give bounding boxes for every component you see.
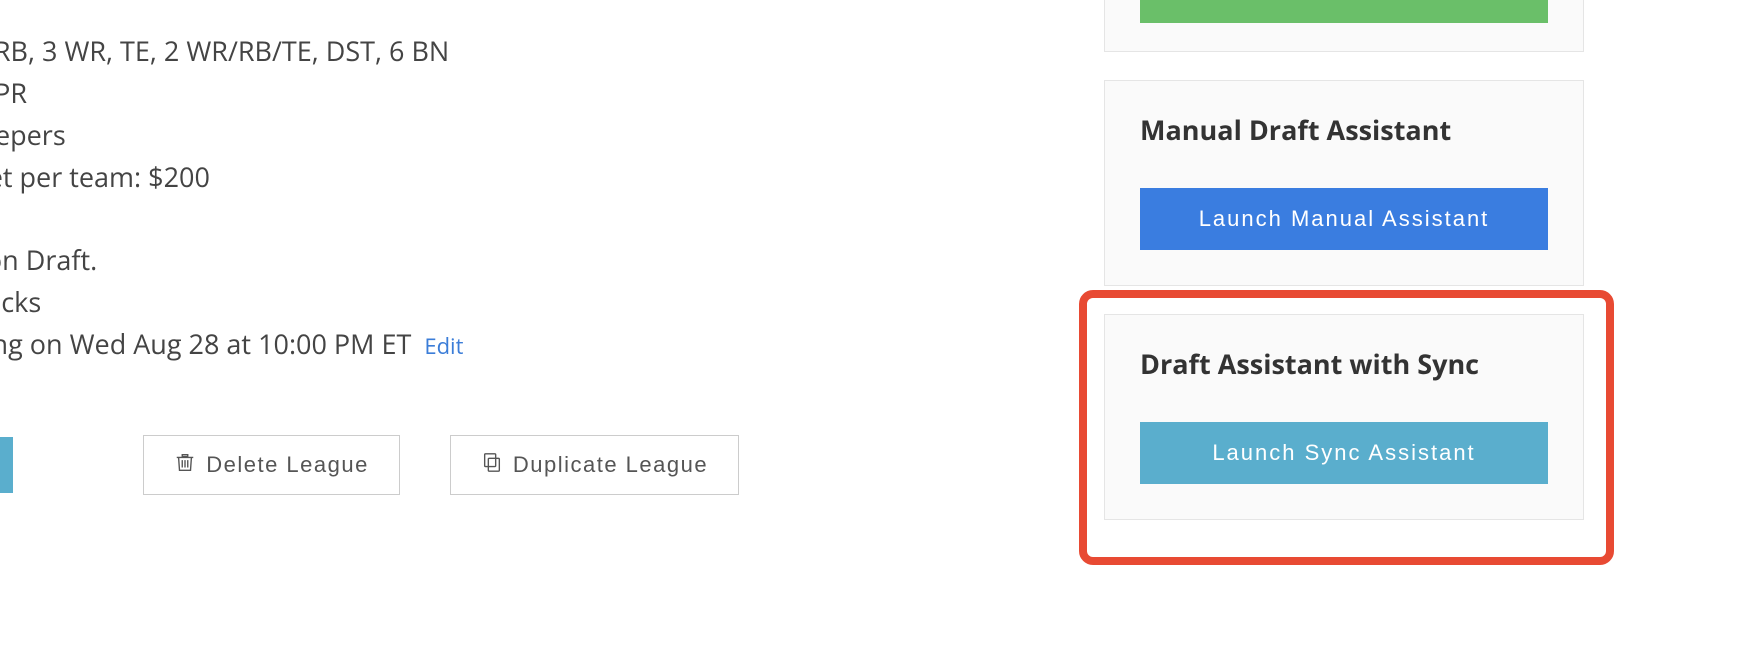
spacer [0, 197, 840, 239]
sync-assistant-card: Draft Assistant with Sync Launch Sync As… [1104, 314, 1584, 520]
edit-link[interactable]: Edit [424, 331, 463, 361]
draft-type: uction Draft. [0, 239, 840, 281]
duplicate-league-button[interactable]: Duplicate League [450, 435, 739, 495]
launch-manual-assistant-button[interactable]: Launch Manual Assistant [1140, 188, 1548, 250]
picks-count: 02 picks [0, 281, 840, 323]
draft-time-row: rafting on Wed Aug 28 at 10:00 PM ET Edi… [0, 323, 840, 365]
budget-info: udget per team: $200 [0, 156, 840, 198]
copy-icon [481, 450, 503, 480]
league-details: B, 2 RB, 3 WR, TE, 2 WR/RB/TE, DST, 6 BN… [0, 30, 840, 495]
trash-icon [174, 450, 196, 480]
manual-assistant-card: Manual Draft Assistant Launch Manual Ass… [1104, 80, 1584, 286]
action-buttons: hoo Delete League Duplicate League [0, 435, 840, 495]
start-mock-draft-button[interactable]: Start a Mock Draft [1140, 0, 1548, 23]
delete-label: Delete League [206, 452, 369, 478]
roster-config: B, 2 RB, 3 WR, TE, 2 WR/RB/TE, DST, 6 BN [0, 30, 840, 72]
draft-time: rafting on Wed Aug 28 at 10:00 PM ET [0, 325, 411, 362]
yahoo-button[interactable]: hoo [0, 437, 13, 493]
sync-assistant-title: Draft Assistant with Sync [1140, 345, 1548, 382]
manual-assistant-title: Manual Draft Assistant [1140, 111, 1548, 148]
delete-league-button[interactable]: Delete League [143, 435, 400, 495]
mock-draft-card: Start a Mock Draft [1104, 0, 1584, 52]
keepers-info: o Keepers [0, 114, 840, 156]
duplicate-label: Duplicate League [513, 452, 708, 478]
sidebar: Start a Mock Draft Manual Draft Assistan… [1104, 0, 1584, 548]
scoring-type: alf PPR [0, 72, 840, 114]
launch-sync-assistant-button[interactable]: Launch Sync Assistant [1140, 422, 1548, 484]
